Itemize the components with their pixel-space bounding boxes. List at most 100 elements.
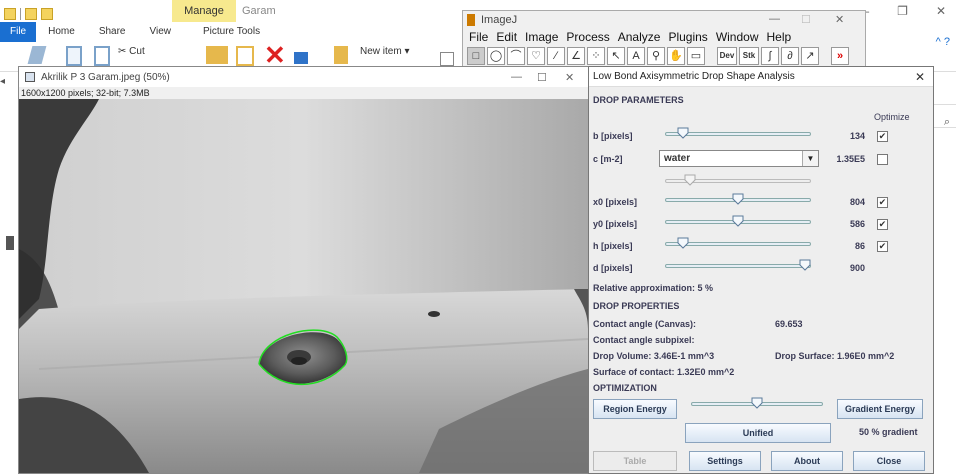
menu-analyze[interactable]: Analyze xyxy=(618,29,661,45)
angle-tool-icon[interactable]: ∠ xyxy=(567,47,585,65)
param-value: 134 xyxy=(849,131,865,141)
param-label: b [pixels] xyxy=(593,131,633,141)
close-icon[interactable]: ✕ xyxy=(565,71,574,84)
text-tool-icon[interactable]: A xyxy=(627,47,645,65)
about-button[interactable]: About xyxy=(771,451,843,471)
search-icon[interactable]: ⌕ xyxy=(944,116,950,129)
c-value: 1.35E5 xyxy=(836,154,865,164)
energy-balance-slider[interactable] xyxy=(691,395,823,411)
tab-file[interactable]: File xyxy=(0,22,37,42)
close-icon[interactable]: ✕ xyxy=(915,67,925,87)
polygon-tool-icon[interactable]: ⌒ xyxy=(507,47,525,65)
menu-window[interactable]: Window xyxy=(716,29,759,45)
d-slider[interactable] xyxy=(665,257,811,273)
settings-button[interactable]: Settings xyxy=(689,451,761,471)
freehand-tool-icon[interactable]: ♡ xyxy=(527,47,545,65)
image-canvas[interactable] xyxy=(19,99,588,473)
imagej-toolbar: □ ◯ ⌒ ♡ ∕ ∠ ⁘ ↖ A ⚲ ✋ ▭ Dev Stk ∫ ∂ ↗ » xyxy=(463,46,865,66)
copy-to-icon[interactable] xyxy=(236,46,254,66)
liquid-select[interactable]: water ▼ xyxy=(659,150,819,167)
flood-fill-tool-icon[interactable]: ∂ xyxy=(781,47,799,65)
oval-tool-icon[interactable]: ◯ xyxy=(487,47,505,65)
close-icon[interactable]: ✕ xyxy=(936,4,946,18)
c-slider xyxy=(665,172,811,188)
help-icon[interactable]: ^ ? xyxy=(936,36,950,48)
wand-tool-icon[interactable]: ↖ xyxy=(607,47,625,65)
maximize-icon[interactable]: ❐ xyxy=(897,4,908,18)
manage-tab[interactable]: Manage xyxy=(172,0,236,22)
menu-file[interactable]: File xyxy=(469,29,488,45)
b-slider[interactable] xyxy=(665,125,811,141)
more-tools-icon[interactable]: » xyxy=(831,47,849,65)
tab-share[interactable]: Share xyxy=(87,22,138,42)
close-button[interactable]: Close xyxy=(853,451,925,471)
new-folder-big-icon[interactable] xyxy=(334,46,348,64)
h-slider[interactable] xyxy=(665,235,811,251)
stk-tool-icon[interactable]: Stk xyxy=(739,47,759,65)
new-folder-icon[interactable] xyxy=(41,8,53,20)
pin-icon[interactable] xyxy=(27,46,47,64)
param-value: 804 xyxy=(849,197,865,207)
ribbon-tabs: File Home Share View Picture Tools xyxy=(0,22,272,42)
tab-home[interactable]: Home xyxy=(36,22,87,42)
arrow-tool-icon[interactable]: ↗ xyxy=(801,47,819,65)
nav-back-icon[interactable]: ◂ xyxy=(0,76,18,96)
minimize-icon[interactable]: — xyxy=(769,13,780,25)
chevron-down-icon: ▼ xyxy=(802,151,818,166)
contact-angle-subpixel: Contact angle subpixel: xyxy=(593,335,695,345)
param-value: 586 xyxy=(849,219,865,229)
maximize-icon[interactable]: ☐ xyxy=(537,71,547,84)
liquid-select-value: water xyxy=(664,153,691,164)
gradient-energy-button[interactable]: Gradient Energy xyxy=(837,399,923,419)
point-tool-icon[interactable]: ⁘ xyxy=(587,47,605,65)
drop-surface: Drop Surface: 1.96E0 mm^2 xyxy=(775,351,895,361)
quick-access-toolbar xyxy=(4,6,53,22)
drop-shape-analysis-dialog: Low Bond Axisymmetric Drop Shape Analysi… xyxy=(588,66,934,474)
tab-picture-tools[interactable]: Picture Tools xyxy=(191,22,272,42)
minimize-icon[interactable]: — xyxy=(511,71,522,83)
close-icon[interactable]: ✕ xyxy=(835,13,844,26)
menu-edit[interactable]: Edit xyxy=(496,29,517,45)
x0-optimize-checkbox[interactable]: ✔ xyxy=(877,197,888,208)
cut-button[interactable]: ✂ Cut xyxy=(118,46,145,57)
unified-button[interactable]: Unified xyxy=(685,423,831,443)
rectangle-tool-icon[interactable]: □ xyxy=(467,47,485,65)
imagej-title: ImageJ xyxy=(481,14,518,26)
y0-slider[interactable] xyxy=(665,213,811,229)
param-value: 86 xyxy=(854,241,865,251)
properties-icon[interactable] xyxy=(25,8,37,20)
move-to-icon[interactable] xyxy=(206,46,228,64)
x0-slider[interactable] xyxy=(665,191,811,207)
window-title: Garam xyxy=(242,5,276,17)
b-optimize-checkbox[interactable]: ✔ xyxy=(877,131,888,142)
dropper-tool-icon[interactable]: ▭ xyxy=(687,47,705,65)
h-optimize-checkbox[interactable]: ✔ xyxy=(877,241,888,252)
new-item-button[interactable]: New item ▾ xyxy=(360,46,409,57)
line-tool-icon[interactable]: ∕ xyxy=(547,47,565,65)
rename-icon[interactable] xyxy=(294,52,308,64)
menu-image[interactable]: Image xyxy=(525,29,558,45)
hand-tool-icon[interactable]: ✋ xyxy=(667,47,685,65)
folder-icon[interactable] xyxy=(4,8,16,20)
maximize-icon: ☐ xyxy=(801,14,811,26)
menu-help[interactable]: Help xyxy=(767,29,792,45)
separator xyxy=(20,8,21,20)
magnifier-tool-icon[interactable]: ⚲ xyxy=(647,47,665,65)
nav-pane-marker xyxy=(6,236,14,250)
copy-icon[interactable] xyxy=(66,46,82,66)
imagej-menubar: File Edit Image Process Analyze Plugins … xyxy=(463,29,865,45)
tab-view[interactable]: View xyxy=(138,22,184,42)
menu-plugins[interactable]: Plugins xyxy=(668,29,707,45)
brush-tool-icon[interactable]: ∫ xyxy=(761,47,779,65)
region-energy-button[interactable]: Region Energy xyxy=(593,399,677,419)
y0-optimize-checkbox[interactable]: ✔ xyxy=(877,219,888,230)
select-all-icon[interactable] xyxy=(440,52,454,66)
menu-process[interactable]: Process xyxy=(566,29,609,45)
paste-icon[interactable] xyxy=(94,46,110,66)
imagej-window: ImageJ — ☐ ✕ File Edit Image Process Ana… xyxy=(462,10,866,68)
dev-tool-icon[interactable]: Dev xyxy=(717,47,737,65)
contact-angle-label: Contact angle (Canvas): xyxy=(593,319,697,329)
relative-approx: Relative approximation: 5 % xyxy=(593,283,714,293)
c-optimize-checkbox[interactable] xyxy=(877,154,888,165)
imagej-logo-icon xyxy=(467,14,475,26)
